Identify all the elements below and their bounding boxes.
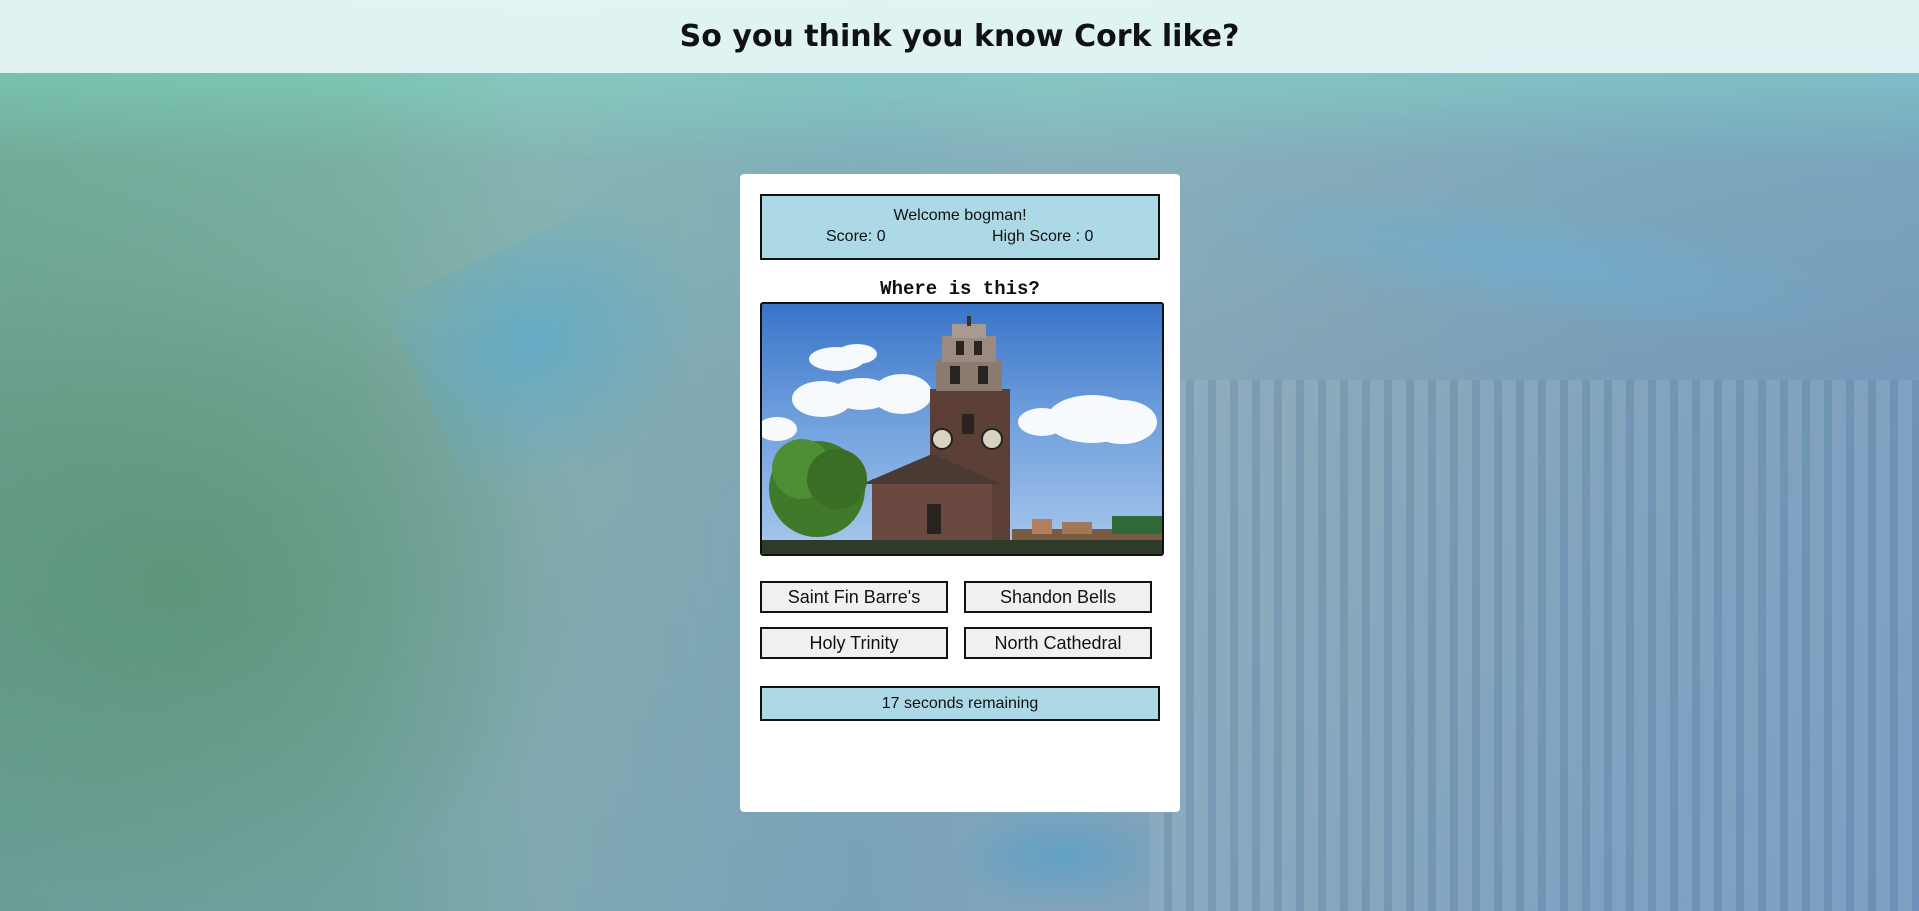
background-river-bottom <box>950 800 1170 911</box>
answer-button-holy-trinity[interactable]: Holy Trinity <box>760 627 948 659</box>
page-header: So you think you know Cork like? <box>0 0 1919 73</box>
countdown-timer: 17 seconds remaining <box>760 686 1160 721</box>
score-display: Score: 0 <box>826 228 886 245</box>
answer-button-north-cathedral[interactable]: North Cathedral <box>964 627 1152 659</box>
question-text: Where is this? <box>880 278 1040 300</box>
quiz-card: Welcome bogman! Score: 0 High Score : 0 … <box>740 174 1180 812</box>
high-score-display: High Score : 0 <box>992 228 1094 245</box>
welcome-message: Welcome bogman! <box>893 207 1027 224</box>
answer-button-shandon-bells[interactable]: Shandon Bells <box>964 581 1152 613</box>
background-city-blocks <box>1150 380 1919 911</box>
page-title: So you think you know Cork like? <box>679 19 1240 54</box>
question-photo <box>760 302 1164 556</box>
answer-button-saint-fin-barres[interactable]: Saint Fin Barre's <box>760 581 948 613</box>
scoreboard: Welcome bogman! Score: 0 High Score : 0 <box>760 194 1160 260</box>
shandon-tower-photo <box>762 316 1162 554</box>
